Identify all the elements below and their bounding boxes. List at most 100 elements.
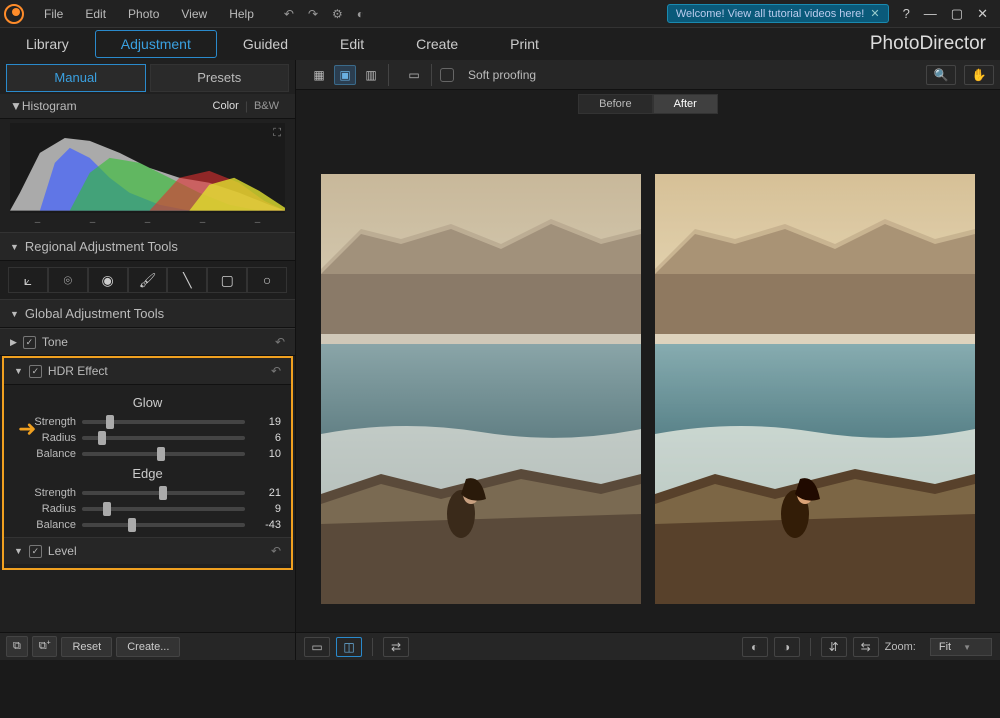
create-preset-button[interactable]: Create...	[116, 637, 180, 657]
undo-icon[interactable]: ↶	[271, 364, 281, 378]
level-checkbox[interactable]: ✓	[29, 545, 42, 558]
chevron-right-icon[interactable]: ▶	[10, 337, 17, 348]
after-image	[655, 174, 975, 604]
histogram-bw[interactable]: B&W	[248, 98, 285, 114]
edge-balance-slider[interactable]	[82, 523, 245, 527]
mode-edit[interactable]: Edit	[314, 30, 390, 58]
close-window-icon[interactable]: ✕	[977, 6, 988, 22]
glow-strength-slider[interactable]	[82, 420, 245, 424]
maximize-icon[interactable]: ▢	[951, 6, 963, 22]
paste-settings-icon[interactable]: ⧉⁺	[32, 636, 58, 657]
redo-icon[interactable]: ↷	[308, 7, 318, 21]
settings-icon[interactable]: ⚙	[332, 7, 343, 21]
global-tools-title: Global Adjustment Tools	[25, 306, 164, 321]
subtab-presets[interactable]: Presets	[150, 64, 290, 92]
zoom-tool-icon[interactable]: 🔍	[926, 65, 956, 85]
zoom-select[interactable]: Fit	[930, 638, 992, 656]
histogram-chart: ⛶	[10, 123, 285, 213]
menu-file[interactable]: File	[34, 3, 73, 25]
view-image-icon[interactable]: ▣	[334, 65, 356, 85]
chevron-down-icon[interactable]: ▼	[10, 99, 22, 113]
reset-button[interactable]: Reset	[61, 637, 112, 657]
histogram-title: Histogram	[22, 99, 77, 113]
edge-strength-label: Strength	[14, 487, 76, 499]
chevron-down-icon[interactable]: ▼	[14, 366, 23, 376]
copy-settings-icon[interactable]: ⧉	[6, 636, 28, 657]
close-icon[interactable]: ✕	[870, 7, 879, 20]
soft-proofing-checkbox[interactable]	[440, 68, 454, 82]
undo-icon[interactable]: ↶	[284, 7, 294, 21]
chevron-down-icon[interactable]: ▼	[10, 242, 19, 252]
edge-strength-slider[interactable]	[82, 491, 245, 495]
view-grid-icon[interactable]: ▥	[360, 65, 382, 85]
notifications-icon[interactable]: ◐	[357, 7, 364, 21]
zoom-label: Zoom:	[885, 641, 916, 653]
chevron-down-icon[interactable]: ▼	[10, 309, 19, 319]
edge-title: Edge	[14, 466, 281, 481]
pan-tool-icon[interactable]: ✋	[964, 65, 994, 85]
menu-view[interactable]: View	[171, 3, 217, 25]
mode-library[interactable]: Library	[0, 30, 95, 58]
undo-icon[interactable]: ↶	[275, 335, 285, 349]
flip-h-icon[interactable]: ⇆	[853, 637, 879, 657]
hdr-label: HDR Effect	[48, 364, 108, 378]
help-icon[interactable]: ?	[903, 6, 910, 22]
tone-checkbox[interactable]: ✓	[23, 336, 36, 349]
glow-balance-value: 10	[251, 448, 281, 460]
menu-photo[interactable]: Photo	[118, 3, 169, 25]
mode-adjustment[interactable]: Adjustment	[95, 30, 217, 58]
before-tab[interactable]: Before	[578, 94, 652, 114]
mode-print[interactable]: Print	[484, 30, 565, 58]
menu-bar: File Edit Photo View Help	[34, 3, 264, 25]
edge-radius-label: Radius	[14, 503, 76, 515]
edge-radius-slider[interactable]	[82, 507, 245, 511]
compare-toggle-icon[interactable]: ◐	[742, 637, 768, 657]
glow-balance-slider[interactable]	[82, 452, 245, 456]
tutorial-banner[interactable]: Welcome! View all tutorial videos here! …	[667, 4, 889, 23]
glow-strength-value: 19	[251, 416, 281, 428]
glow-radius-value: 6	[251, 432, 281, 444]
single-view-icon[interactable]: ▭	[304, 637, 330, 657]
edge-balance-value: -43	[251, 519, 281, 531]
glow-title: Glow	[14, 395, 281, 410]
glow-balance-label: Balance	[14, 448, 76, 460]
tutorial-text: Welcome! View all tutorial videos here!	[676, 8, 865, 20]
radial-mask-icon[interactable]: ○	[247, 267, 287, 293]
mode-guided[interactable]: Guided	[217, 30, 314, 58]
histogram-color[interactable]: Color	[207, 98, 245, 114]
minimize-icon[interactable]: —	[924, 6, 937, 22]
edge-balance-label: Balance	[14, 519, 76, 531]
crop-tool-icon[interactable]: ⟀	[8, 267, 48, 293]
glow-radius-slider[interactable]	[82, 436, 245, 440]
tone-label: Tone	[42, 335, 68, 349]
regional-tools-title: Regional Adjustment Tools	[25, 239, 178, 254]
swap-icon[interactable]: ⇄	[383, 637, 409, 657]
menu-edit[interactable]: Edit	[75, 3, 116, 25]
histogram-axis: –––––	[10, 217, 285, 228]
gradient-tool-icon[interactable]: ╲	[167, 267, 207, 293]
level-label: Level	[48, 544, 77, 558]
soft-proofing-label: Soft proofing	[468, 68, 536, 82]
annotation-arrow-icon	[18, 416, 36, 442]
secondary-display-icon[interactable]: ▭	[403, 65, 425, 85]
expand-icon[interactable]: ⛶	[273, 127, 281, 140]
rect-mask-icon[interactable]: ▢	[207, 267, 247, 293]
mode-create[interactable]: Create	[390, 30, 484, 58]
mirror-icon[interactable]: ◑	[774, 637, 800, 657]
hdr-checkbox[interactable]: ✓	[29, 365, 42, 378]
split-view-icon[interactable]: ◫	[336, 637, 362, 657]
chevron-down-icon[interactable]: ▼	[14, 546, 23, 556]
subtab-manual[interactable]: Manual	[6, 64, 146, 92]
spot-tool-icon[interactable]: ⌾	[48, 267, 88, 293]
edge-strength-value: 21	[251, 487, 281, 499]
undo-icon[interactable]: ↶	[271, 544, 281, 558]
redeye-tool-icon[interactable]: ◉	[88, 267, 128, 293]
view-single-icon[interactable]: ▦	[308, 65, 330, 85]
flip-v-icon[interactable]: ⇵	[821, 637, 847, 657]
before-image	[321, 174, 641, 604]
brush-tool-icon[interactable]: 🖌	[128, 267, 168, 293]
menu-help[interactable]: Help	[219, 3, 264, 25]
app-logo	[0, 0, 28, 28]
brand-label: PhotoDirector	[870, 33, 986, 55]
after-tab[interactable]: After	[653, 94, 718, 114]
